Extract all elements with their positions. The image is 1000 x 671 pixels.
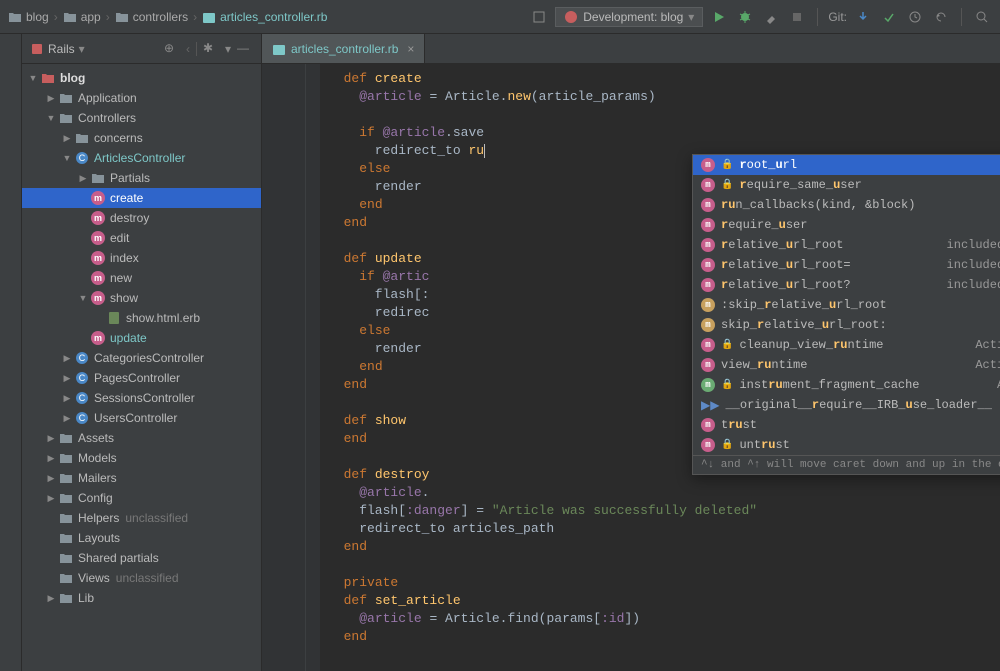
tree-node[interactable]: ▶Assets: [22, 428, 261, 448]
tree-node[interactable]: mupdate: [22, 328, 261, 348]
completion-item[interactable]: m🔒root_urlArticlesController: [693, 155, 1000, 175]
tree-node[interactable]: ▶Lib: [22, 588, 261, 608]
stop-button[interactable]: [787, 7, 807, 27]
completion-item[interactable]: mview_runtimeActionController::Instrumen…: [693, 355, 1000, 375]
chevron-right-icon: ›: [106, 10, 110, 24]
svg-text:C: C: [79, 153, 86, 163]
svg-text:C: C: [79, 393, 86, 403]
sidebar-title: Rails: [48, 42, 75, 56]
close-icon[interactable]: ×: [407, 42, 414, 56]
editor-tab[interactable]: articles_controller.rb ×: [262, 34, 425, 63]
tree-node[interactable]: ▶Partials: [22, 168, 261, 188]
completion-item[interactable]: m🔒untrustObject: [693, 435, 1000, 455]
breadcrumb-item[interactable]: app: [63, 10, 101, 24]
tree-node[interactable]: Viewsunclassified: [22, 568, 261, 588]
breadcrumb-item[interactable]: articles_controller.rb: [202, 10, 327, 24]
debug-button[interactable]: [735, 7, 755, 27]
tree-node[interactable]: ▶Application: [22, 88, 261, 108]
git-history-button[interactable]: [905, 7, 925, 27]
tree-node[interactable]: show.html.erb: [22, 308, 261, 328]
completion-item[interactable]: mrun_callbacks(kind, &block)ActiveSuppor…: [693, 195, 1000, 215]
git-label: Git:: [828, 10, 847, 24]
completion-item[interactable]: mrelative_url_root?included in AbstractC…: [693, 275, 1000, 295]
tree-node[interactable]: ▶CUsersController: [22, 408, 261, 428]
completion-item[interactable]: mskip_relative_url_root:: [693, 315, 1000, 335]
svg-text:C: C: [79, 413, 86, 423]
settings-icon[interactable]: ✱: [203, 41, 219, 57]
run-config-dropdown[interactable]: Development: blog ▾: [555, 7, 703, 27]
sidebar-header: Rails ▾ ⊕ ‹ ✱ ▾ —: [22, 34, 261, 64]
completion-item[interactable]: mrelative_url_rootincluded in AbstractCo…: [693, 235, 1000, 255]
chevron-right-icon: ›: [193, 10, 197, 24]
tree-node[interactable]: ▼mshow: [22, 288, 261, 308]
completion-hint: ^↓ and ^↑ will move caret down and up in…: [693, 455, 1000, 474]
breadcrumb-item[interactable]: blog: [8, 10, 49, 24]
tab-label: articles_controller.rb: [291, 42, 398, 56]
tree-node[interactable]: ▶CPagesController: [22, 368, 261, 388]
breadcrumb-item[interactable]: controllers: [115, 10, 188, 24]
completion-item[interactable]: m🔒cleanup_view_runtimeActionController::…: [693, 335, 1000, 355]
completion-item[interactable]: mtrustObject: [693, 415, 1000, 435]
completion-item[interactable]: mrequire_userApplicationController: [693, 215, 1000, 235]
git-update-button[interactable]: [853, 7, 873, 27]
tree-node[interactable]: ▶Mailers: [22, 468, 261, 488]
completion-item[interactable]: m🔒require_same_userArticlesController: [693, 175, 1000, 195]
editor-area: articles_controller.rb × def create @art…: [262, 34, 1000, 671]
tree-node[interactable]: mindex: [22, 248, 261, 268]
svg-text:C: C: [79, 353, 86, 363]
chevron-right-icon: ›: [54, 10, 58, 24]
editor-tabs: articles_controller.rb ×: [262, 34, 1000, 64]
build-button[interactable]: [529, 7, 549, 27]
attach-button[interactable]: [761, 7, 781, 27]
editor-glyph-margin: [306, 64, 320, 671]
project-sidebar: Rails ▾ ⊕ ‹ ✱ ▾ — ▼blog▶Application▼Cont…: [22, 34, 262, 671]
tree-node[interactable]: ▶CSessionsController: [22, 388, 261, 408]
tree-node[interactable]: ▼Controllers: [22, 108, 261, 128]
git-commit-button[interactable]: [879, 7, 899, 27]
completion-item[interactable]: m🔒instrument_fragment_cacheActionControl…: [693, 375, 1000, 395]
tree-node[interactable]: mdestroy: [22, 208, 261, 228]
tree-node[interactable]: medit: [22, 228, 261, 248]
search-button[interactable]: [972, 7, 992, 27]
tree-node[interactable]: ▶Models: [22, 448, 261, 468]
editor-gutter[interactable]: [262, 64, 306, 671]
tree-node[interactable]: ▼CArticlesController: [22, 148, 261, 168]
tree-node[interactable]: Helpersunclassified: [22, 508, 261, 528]
tree-root[interactable]: ▼blog: [22, 68, 261, 88]
project-tree[interactable]: ▼blog▶Application▼Controllers▶concerns▼C…: [22, 64, 261, 671]
tree-node[interactable]: ▶concerns: [22, 128, 261, 148]
tree-node[interactable]: Layouts: [22, 528, 261, 548]
completion-popup[interactable]: m🔒root_urlArticlesControllerm🔒require_sa…: [692, 154, 1000, 475]
tree-node[interactable]: ▶Config: [22, 488, 261, 508]
completion-item[interactable]: mrelative_url_root=included in AbstractC…: [693, 255, 1000, 275]
run-button[interactable]: [709, 7, 729, 27]
target-icon[interactable]: ⊕: [164, 41, 180, 57]
breadcrumb: blog › app › controllers › articles_cont…: [8, 10, 529, 24]
completion-item[interactable]: ▶▶__original__require__IRB_use_loader__O…: [693, 395, 1000, 415]
tree-node[interactable]: Shared partials: [22, 548, 261, 568]
collapse-icon[interactable]: —: [237, 41, 253, 57]
left-stripe: [0, 34, 22, 671]
git-revert-button[interactable]: [931, 7, 951, 27]
tree-node[interactable]: mcreate: [22, 188, 261, 208]
tree-node[interactable]: ▶CCategoriesController: [22, 348, 261, 368]
tree-node[interactable]: mnew: [22, 268, 261, 288]
main-toolbar: blog › app › controllers › articles_cont…: [0, 0, 1000, 34]
completion-item[interactable]: m:skip_relative_url_root: [693, 295, 1000, 315]
svg-text:C: C: [79, 373, 86, 383]
